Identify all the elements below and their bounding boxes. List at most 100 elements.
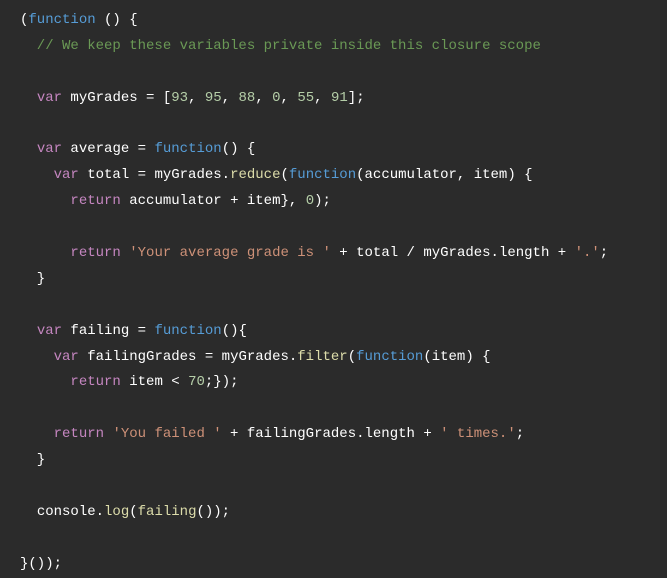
number: 88 <box>239 90 256 106</box>
code-line: return accumulator + item}, 0); <box>20 189 647 215</box>
keyword-return: return <box>70 374 120 390</box>
code-line: }()); <box>20 552 647 578</box>
identifier: myGrades <box>62 90 146 106</box>
indent <box>20 141 37 157</box>
identifier: failingGrades <box>79 349 205 365</box>
brace-close: } <box>20 271 45 287</box>
keyword-var: var <box>37 323 62 339</box>
operator: + <box>331 245 356 261</box>
operator: + <box>222 426 247 442</box>
method: reduce <box>230 167 280 183</box>
code-line <box>20 215 647 241</box>
comma: , <box>289 193 306 209</box>
code-line <box>20 396 647 422</box>
parens: () <box>222 323 239 339</box>
paren: ( <box>280 167 288 183</box>
number: 70 <box>188 374 205 390</box>
code-line: console.log(failing()); <box>20 500 647 526</box>
string: 'Your average grade is ' <box>129 245 331 261</box>
code-line: return 'Your average grade is ' + total … <box>20 241 647 267</box>
identifier: failingGrades.length <box>247 426 423 442</box>
args: (item) <box>423 349 473 365</box>
keyword-var: var <box>54 349 79 365</box>
keyword-var: var <box>37 90 62 106</box>
identifier: myGrades. <box>213 349 297 365</box>
close: }()); <box>20 556 62 572</box>
keyword-function: function <box>154 141 221 157</box>
indent <box>20 193 70 209</box>
identifier: accumulator <box>121 193 230 209</box>
keyword-function: function <box>154 323 221 339</box>
number: 91 <box>331 90 348 106</box>
code-line: var myGrades = [93, 95, 88, 0, 55, 91]; <box>20 86 647 112</box>
number: 0 <box>306 193 314 209</box>
keyword-function: function <box>356 349 423 365</box>
brace: { <box>516 167 533 183</box>
code-line: var total = myGrades.reduce(function(acc… <box>20 163 647 189</box>
space <box>566 245 574 261</box>
code-line <box>20 526 647 552</box>
string: ' times.' <box>440 426 516 442</box>
operator: = <box>138 323 146 339</box>
paren-close: ); <box>314 193 331 209</box>
string: 'You failed ' <box>112 426 221 442</box>
bracket-close: ]; <box>348 90 365 106</box>
brace: { <box>474 349 491 365</box>
code-line: return 'You failed ' + failingGrades.len… <box>20 422 647 448</box>
keyword-return: return <box>70 245 120 261</box>
brace: { <box>239 323 247 339</box>
code-line <box>20 60 647 86</box>
identifier: item} <box>238 193 288 209</box>
brace-close: } <box>20 452 45 468</box>
number: 95 <box>205 90 222 106</box>
indent <box>20 349 54 365</box>
keyword-function: function <box>28 12 95 28</box>
operator: + <box>423 426 431 442</box>
args: (accumulator, item) <box>356 167 516 183</box>
identifier: failing <box>62 323 138 339</box>
number: 55 <box>297 90 314 106</box>
keyword-var: var <box>37 141 62 157</box>
indent <box>20 323 37 339</box>
operator: < <box>171 374 179 390</box>
indent <box>20 374 70 390</box>
semicolon: ; <box>600 245 608 261</box>
identifier: total <box>356 245 406 261</box>
code-line: (function () { <box>20 8 647 34</box>
space <box>432 426 440 442</box>
comma: , <box>281 90 298 106</box>
comma: , <box>188 90 205 106</box>
keyword-var: var <box>54 167 79 183</box>
close: ;}); <box>205 374 239 390</box>
identifier: average <box>62 141 138 157</box>
identifier: myGrades.length <box>415 245 558 261</box>
code-block: (function () { // We keep these variable… <box>20 8 647 578</box>
brace: { <box>121 12 138 28</box>
semicolon: ; <box>516 426 524 442</box>
indent <box>20 245 70 261</box>
operator: / <box>407 245 415 261</box>
code-line: var average = function() { <box>20 137 647 163</box>
keyword-return: return <box>70 193 120 209</box>
parens: () <box>96 12 121 28</box>
space <box>180 374 188 390</box>
brace: { <box>239 141 256 157</box>
string: '.' <box>575 245 600 261</box>
comma: , <box>314 90 331 106</box>
code-line: } <box>20 267 647 293</box>
method: filter <box>297 349 347 365</box>
comma: , <box>255 90 272 106</box>
indent <box>20 90 37 106</box>
indent <box>20 167 54 183</box>
paren: ( <box>348 349 356 365</box>
number: 0 <box>272 90 280 106</box>
keyword-return: return <box>54 426 104 442</box>
comment-text: // We keep these variables private insid… <box>20 38 541 54</box>
identifier: total <box>79 167 138 183</box>
space <box>121 245 129 261</box>
code-line: var failingGrades = myGrades.filter(func… <box>20 345 647 371</box>
operator: = <box>138 141 146 157</box>
parens: () <box>222 141 239 157</box>
operator: = <box>205 349 213 365</box>
identifier: item <box>121 374 171 390</box>
